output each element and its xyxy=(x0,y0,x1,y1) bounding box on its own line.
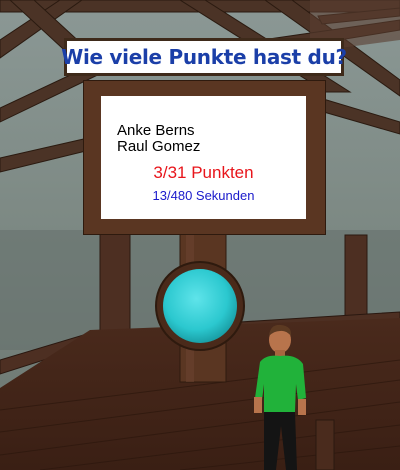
player-name-1: Anke Berns xyxy=(117,122,195,139)
sign-title: Wie viele Punkte hast du? xyxy=(61,38,347,76)
virtual-world-scene: Wie viele Punkte hast du? Anke Berns Rau… xyxy=(0,0,400,470)
player-name-2: Raul Gomez xyxy=(117,138,201,155)
cyan-round-button[interactable] xyxy=(163,269,237,343)
avatar[interactable] xyxy=(248,318,318,470)
points-counter: 3/31 Punkten xyxy=(153,163,254,182)
time-counter: 13/480 Sekunden xyxy=(152,188,255,203)
